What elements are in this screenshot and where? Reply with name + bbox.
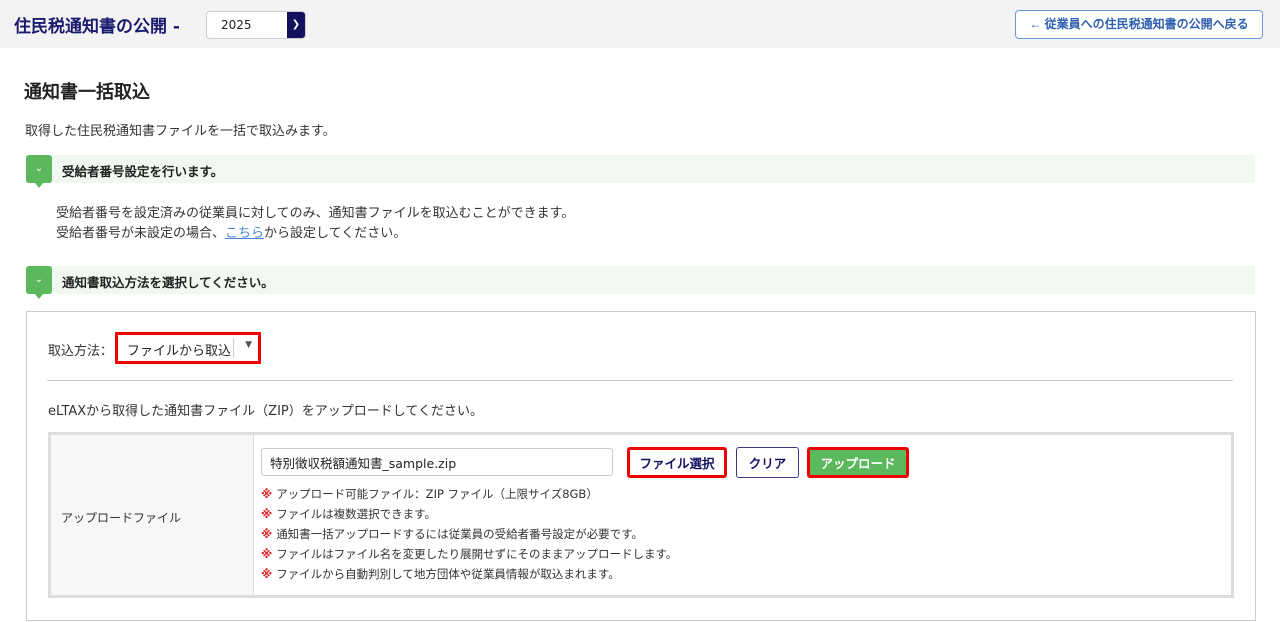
section-title: 受給者番号設定を行います。 xyxy=(62,164,224,179)
clear-button[interactable]: クリア xyxy=(736,447,799,478)
note-mark: ※ xyxy=(261,567,273,581)
method-value: ファイルから取込 xyxy=(127,344,232,359)
divider xyxy=(47,380,1233,381)
text: 受給者番号が未設定の場合、 xyxy=(56,226,226,241)
note: ※ ファイルはファイル名を変更したり展開せずにそのままアップロードします。 xyxy=(261,546,677,562)
page-title: 通知書一括取込 xyxy=(24,82,150,103)
note-text: 通知書一括アップロードするには従業員の受給者番号設定が必要です。 xyxy=(276,527,644,541)
note-text: ファイルから自動判別して地方団体や従業員情報が取込まれます。 xyxy=(276,567,620,581)
year-value: 2025 xyxy=(221,18,252,32)
section-text: 受給者番号を設定済みの従業員に対してのみ、通知書ファイルを取込むことができます。 xyxy=(56,206,575,221)
settings-link[interactable]: こちら xyxy=(225,226,264,241)
note: ※ 通知書一括アップロードするには従業員の受給者番号設定が必要です。 xyxy=(261,526,643,542)
section-title: 通知書取込方法を選択してください。 xyxy=(62,275,274,290)
note-mark: ※ xyxy=(261,527,273,541)
page-description: 取得した住民税通知書ファイルを一括で取込みます。 xyxy=(25,124,336,139)
caret-down-icon: ▼ xyxy=(245,340,252,350)
section-text-2: 受給者番号が未設定の場合、こちらから設定してください。 xyxy=(56,222,406,241)
text: から設定してください。 xyxy=(264,226,407,241)
divider xyxy=(233,338,234,358)
section-header-recipient: ⌄ 受給者番号設定を行います。 xyxy=(26,155,1255,188)
upload-button[interactable]: アップロード xyxy=(807,447,909,478)
note: ※ ファイルから自動判別して地方団体や従業員情報が取込まれます。 xyxy=(261,566,620,582)
note-mark: ※ xyxy=(261,507,273,521)
section-header-method: ⌄ 通知書取込方法を選択してください。 xyxy=(26,266,1255,299)
note: ※ アップロード可能ファイル：ZIP ファイル（上限サイズ8GB） xyxy=(261,486,598,502)
chevron-down-icon: ⌄ xyxy=(26,266,52,299)
row-label: アップロードファイル xyxy=(61,511,182,525)
note-text: アップロード可能ファイル：ZIP ファイル（上限サイズ8GB） xyxy=(276,487,598,501)
method-label: 取込方法： xyxy=(48,344,114,359)
page-header-title: 住民税通知書の公開 - xyxy=(14,17,180,37)
row-label-cell: アップロードファイル xyxy=(51,435,254,595)
note-mark: ※ xyxy=(261,547,273,561)
chevron-down-icon: ⌄ xyxy=(26,155,52,188)
note-text: ファイルはファイル名を変更したり展開せずにそのままアップロードします。 xyxy=(276,547,678,561)
back-button[interactable]: ← 従業員への住民税通知書の公開へ戻る xyxy=(1015,10,1263,39)
note-text: ファイルは複数選択できます。 xyxy=(276,507,437,521)
chevron-down-icon: ❯ xyxy=(287,12,305,38)
method-select[interactable]: ファイルから取込 ▼ xyxy=(115,332,261,364)
file-name-input[interactable] xyxy=(261,448,613,476)
year-select[interactable]: 2025 ❯ xyxy=(206,11,306,39)
note: ※ ファイルは複数選択できます。 xyxy=(261,506,436,522)
file-select-button[interactable]: ファイル選択 xyxy=(627,447,727,478)
upload-instruction: eLTAXから取得した通知書ファイル（ZIP）をアップロードしてください。 xyxy=(48,404,483,419)
note-mark: ※ xyxy=(261,487,273,501)
